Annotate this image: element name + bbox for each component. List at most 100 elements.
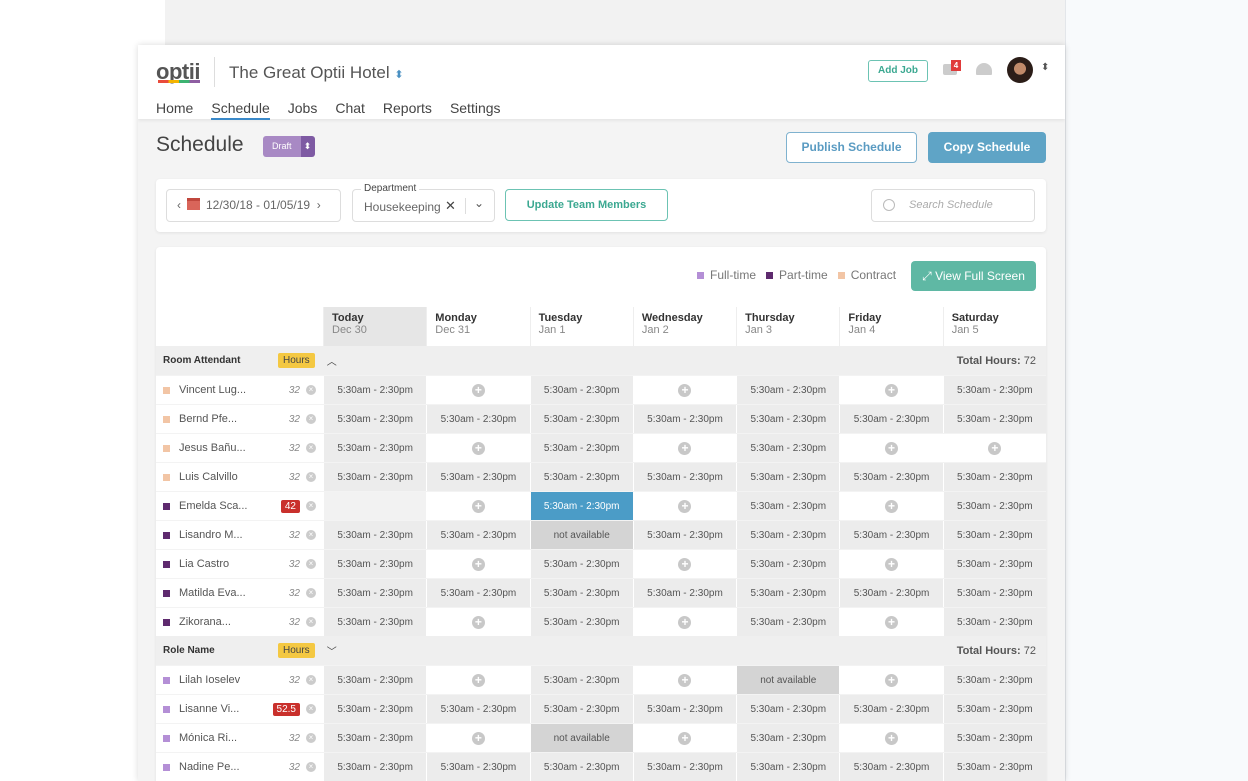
remove-icon[interactable]: × [306, 588, 316, 598]
shift-cell[interactable]: 5:30am - 2:30pm [942, 608, 1046, 636]
employee-cell[interactable]: Matilda Eva... 32 × [156, 579, 323, 607]
remove-icon[interactable]: × [306, 675, 316, 685]
hours-sort-button[interactable]: Hours [278, 353, 315, 368]
shift-cell[interactable]: 5:30am - 2:30pm [736, 492, 840, 520]
group-row[interactable]: Role Name Hours ﹀ Total Hours: 72 [156, 636, 1046, 665]
shift-cell[interactable]: 5:30am - 2:30pm [839, 579, 943, 607]
shift-cell[interactable]: 5:30am - 2:30pm [942, 579, 1046, 607]
group-row[interactable]: Room Attendant Hours ︿ Total Hours: 72 [156, 346, 1046, 375]
shift-cell[interactable]: 5:30am - 2:30pm [529, 666, 633, 694]
shift-cell[interactable]: 5:30am - 2:30pm [736, 608, 840, 636]
add-shift-cell[interactable]: + [426, 434, 530, 462]
plus-icon[interactable]: + [885, 557, 899, 571]
hours-sort-button[interactable]: Hours [278, 643, 315, 658]
shift-cell[interactable]: 5:30am - 2:30pm [736, 550, 840, 578]
shift-cell[interactable]: 5:30am - 2:30pm [529, 376, 633, 404]
add-shift-cell[interactable]: + [839, 376, 943, 404]
employee-cell[interactable]: Lia Castro 32 × [156, 550, 323, 578]
add-shift-cell[interactable]: + [632, 666, 737, 694]
add-shift-cell[interactable]: + [839, 666, 943, 694]
shift-cell[interactable]: 5:30am - 2:30pm [942, 463, 1046, 491]
add-shift-cell[interactable]: + [839, 492, 943, 520]
nav-jobs[interactable]: Jobs [288, 100, 318, 120]
add-shift-cell[interactable]: + [839, 608, 943, 636]
shift-cell[interactable]: 5:30am - 2:30pm [632, 579, 737, 607]
shift-cell[interactable]: 5:30am - 2:30pm [323, 376, 427, 404]
shift-cell[interactable]: 5:30am - 2:30pm [323, 724, 427, 752]
shift-cell[interactable]: 5:30am - 2:30pm [632, 463, 737, 491]
shift-cell[interactable]: 5:30am - 2:30pm [839, 695, 943, 723]
employee-cell[interactable]: Vincent Lug... 32 × [156, 376, 323, 404]
plus-icon[interactable]: + [471, 673, 485, 687]
remove-icon[interactable]: × [306, 501, 316, 511]
status-dropdown[interactable]: Draft ⬍ [263, 136, 315, 157]
add-shift-cell[interactable]: + [632, 492, 737, 520]
plus-icon[interactable]: + [471, 441, 485, 455]
employee-cell[interactable]: Lisanne Vi... 52.5 × [156, 695, 323, 723]
employee-cell[interactable]: Lisandro M... 32 × [156, 521, 323, 549]
plus-icon[interactable]: + [678, 383, 692, 397]
chevron-down-icon[interactable]: ﹀ [327, 643, 337, 658]
add-shift-cell[interactable]: + [426, 608, 530, 636]
plus-icon[interactable]: + [471, 731, 485, 745]
shift-cell[interactable]: 5:30am - 2:30pm [736, 463, 840, 491]
remove-icon[interactable]: × [306, 762, 316, 772]
add-shift-cell[interactable]: + [632, 434, 737, 462]
shift-cell[interactable]: 5:30am - 2:30pm [529, 753, 633, 781]
plus-icon[interactable]: + [678, 731, 692, 745]
shift-cell[interactable]: 5:30am - 2:30pm [323, 521, 427, 549]
shift-cell[interactable]: 5:30am - 2:30pm [942, 753, 1046, 781]
shift-cell[interactable]: 5:30am - 2:30pm [942, 695, 1046, 723]
plus-icon[interactable]: + [678, 557, 692, 571]
add-shift-cell[interactable]: + [426, 666, 530, 694]
copy-schedule-button[interactable]: Copy Schedule [928, 132, 1046, 163]
add-shift-cell[interactable]: + [426, 724, 530, 752]
shift-cell[interactable]: 5:30am - 2:30pm [736, 695, 840, 723]
shift-cell[interactable]: 5:30am - 2:30pm [529, 579, 633, 607]
shift-cell[interactable]: 5:30am - 2:30pm [736, 521, 840, 549]
add-shift-cell[interactable]: + [426, 376, 530, 404]
shift-cell[interactable]: 5:30am - 2:30pm [426, 405, 530, 433]
plus-icon[interactable]: + [885, 731, 899, 745]
add-shift-cell[interactable]: + [426, 492, 530, 520]
nav-settings[interactable]: Settings [450, 100, 501, 120]
shift-cell-selected[interactable]: 5:30am - 2:30pm [529, 492, 633, 520]
avatar[interactable] [1007, 57, 1033, 83]
remove-icon[interactable]: × [306, 530, 316, 540]
add-shift-cell[interactable]: + [839, 550, 943, 578]
plus-icon[interactable]: + [885, 441, 899, 455]
shift-cell[interactable]: 5:30am - 2:30pm [942, 666, 1046, 694]
shift-cell[interactable]: 5:30am - 2:30pm [529, 463, 633, 491]
shift-cell[interactable]: 5:30am - 2:30pm [839, 463, 943, 491]
shift-cell[interactable]: 5:30am - 2:30pm [942, 376, 1046, 404]
remove-icon[interactable]: × [306, 443, 316, 453]
add-shift-cell[interactable]: + [632, 550, 737, 578]
add-shift-cell[interactable]: + [632, 608, 737, 636]
remove-icon[interactable]: × [306, 704, 316, 714]
shift-cell[interactable]: 5:30am - 2:30pm [942, 724, 1046, 752]
chevron-down-icon[interactable]: ⌄ [474, 196, 484, 210]
clear-icon[interactable]: ✕ [445, 198, 456, 214]
plus-icon[interactable]: + [988, 441, 1002, 455]
update-team-members-button[interactable]: Update Team Members [505, 189, 668, 221]
date-range-picker[interactable]: ‹ 12/30/18 - 01/05/19 › [166, 189, 341, 222]
shift-cell[interactable]: 5:30am - 2:30pm [426, 521, 530, 549]
chevron-left-icon[interactable]: ‹ [177, 198, 181, 212]
shift-cell[interactable]: 5:30am - 2:30pm [736, 753, 840, 781]
shift-cell[interactable]: 5:30am - 2:30pm [323, 753, 427, 781]
add-shift-cell[interactable]: + [839, 434, 943, 462]
shift-cell[interactable]: 5:30am - 2:30pm [736, 579, 840, 607]
hotel-selector[interactable]: The Great Optii Hotel ⬍ [229, 63, 404, 83]
shift-cell[interactable]: 5:30am - 2:30pm [942, 550, 1046, 578]
shift-cell[interactable]: 5:30am - 2:30pm [426, 579, 530, 607]
plus-icon[interactable]: + [678, 673, 692, 687]
plus-icon[interactable]: + [885, 615, 899, 629]
shift-cell[interactable]: 5:30am - 2:30pm [839, 521, 943, 549]
user-menu-icon[interactable]: ⬍ [1041, 62, 1049, 73]
chevron-right-icon[interactable]: › [317, 198, 321, 212]
nav-schedule[interactable]: Schedule [211, 100, 270, 120]
add-shift-cell[interactable]: + [632, 376, 737, 404]
shift-cell[interactable]: 5:30am - 2:30pm [942, 492, 1046, 520]
shift-cell[interactable]: 5:30am - 2:30pm [736, 434, 840, 462]
shift-cell[interactable]: 5:30am - 2:30pm [942, 405, 1046, 433]
